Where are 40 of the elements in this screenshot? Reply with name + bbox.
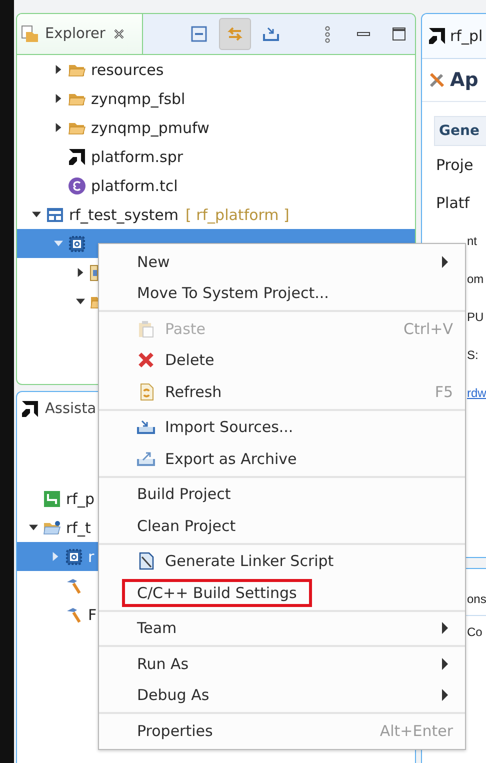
field-label: Co [467, 625, 482, 639]
shortcut-label: Ctrl+V [403, 320, 453, 338]
menu-item-label: Team [137, 619, 177, 638]
menu-item-label: Delete [165, 351, 214, 370]
menu-item-label: Generate Linker Script [165, 552, 334, 570]
menu-item-label: Import Sources... [165, 418, 294, 436]
tree-item-label: resources [91, 60, 164, 78]
menu-item-label: Build Project [137, 485, 231, 504]
field-label: nt [467, 234, 478, 248]
tree-item-label: zynqmp_pmufw [91, 118, 210, 136]
tree-item-label: r [88, 548, 94, 566]
field-label: Proje [436, 156, 474, 174]
menu-item-label: Clean Project [137, 516, 236, 535]
menu-item-label: New [137, 252, 170, 271]
field-label: Platf [436, 194, 470, 212]
tree-item-label: platform.tcl [91, 176, 178, 194]
menu-item-label: Export as Archive [165, 450, 297, 468]
field-label: PU [467, 310, 484, 324]
menu-item-label: C/C++ Build Settings [137, 584, 297, 602]
tree-item-label: rf_p [66, 490, 94, 508]
tree-item-label: F [88, 606, 97, 624]
menu-item-label: Refresh [165, 382, 222, 401]
shortcut-label: F5 [434, 382, 453, 401]
shortcut-label: Alt+Enter [380, 722, 453, 740]
menu-item-label: Properties [137, 722, 213, 740]
menu-item-label: Debug As [137, 686, 210, 704]
panel-title: Assista [45, 401, 96, 417]
tree-item-label: zynqmp_fsbl [91, 90, 186, 108]
menu-item-label: Paste [165, 320, 206, 338]
field-label: om [467, 272, 484, 286]
menu-item-label: Move To System Project... [137, 284, 329, 302]
menu-item-label: Run As [137, 654, 189, 673]
tree-item-label: rf_test_system [69, 206, 178, 224]
tab-label: Explorer [45, 26, 106, 42]
editor-heading: Ap [450, 69, 478, 91]
field-label: ons [467, 592, 486, 606]
tree-item-label: platform.spr [91, 148, 184, 166]
tree-item-label: rf_t [66, 518, 91, 536]
tree-item-decoration: [ rf_platform ] [185, 206, 290, 224]
field-label: S: [467, 348, 478, 362]
